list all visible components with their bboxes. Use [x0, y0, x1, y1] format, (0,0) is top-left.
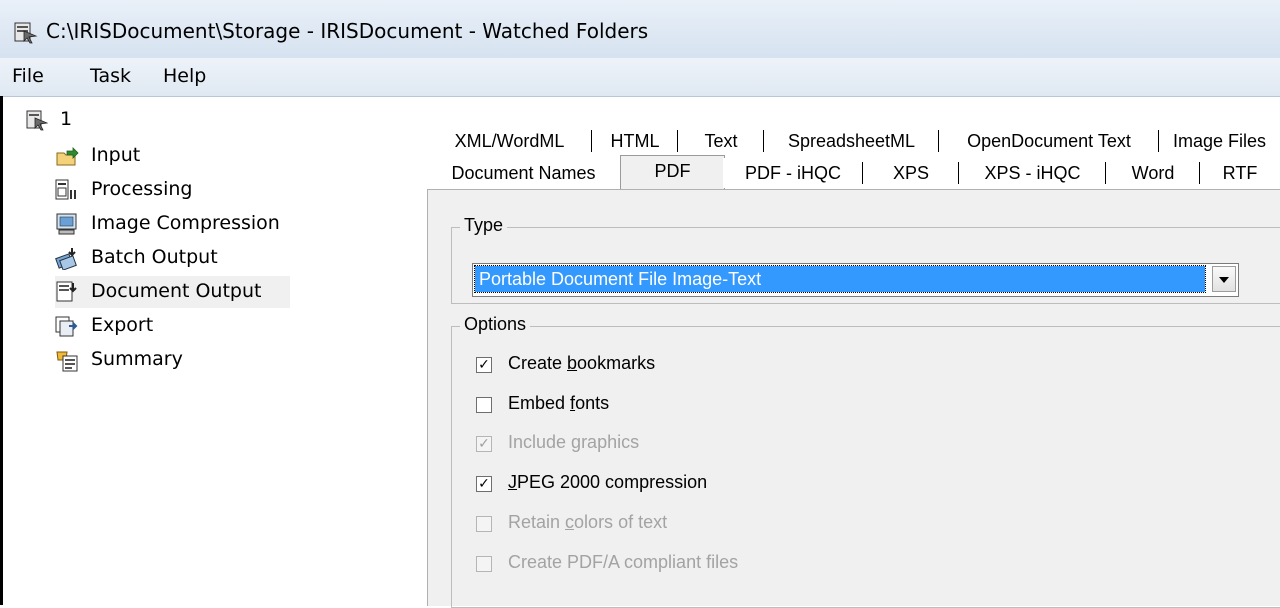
tab-opendocument-text[interactable]: OpenDocument Text: [939, 126, 1159, 156]
type-dropdown-value: Portable Document File Image-Text: [474, 265, 1206, 293]
settings-tree: 1 Input Processing Image Compression Bat…: [3, 97, 400, 605]
checkbox[interactable]: ✓: [476, 357, 492, 373]
document-output-icon: [56, 281, 77, 302]
tab-word[interactable]: Word: [1106, 158, 1200, 188]
type-group: Type Portable Document File Image-Text: [451, 215, 1280, 304]
checkbox: ✓: [476, 436, 492, 452]
tree-item-label: Input: [91, 144, 141, 166]
tab-xml-wordml[interactable]: XML/WordML: [427, 126, 592, 156]
tree-item-label: Export: [91, 314, 154, 336]
tree-item-label: Image Compression: [91, 212, 280, 234]
tab-text[interactable]: Text: [678, 126, 764, 156]
tree-root-label: 1: [60, 108, 73, 130]
summary-icon: [56, 351, 78, 372]
menu-bar: File Task Help: [0, 58, 1280, 97]
tree-item-label: Processing: [91, 178, 193, 200]
type-group-title: Type: [460, 215, 508, 236]
checkbox: [476, 556, 492, 572]
tab-bar: XML/WordML HTML Text SpreadsheetML OpenD…: [427, 126, 1280, 192]
checkbox[interactable]: [476, 397, 492, 413]
tab-html[interactable]: HTML: [592, 126, 678, 156]
batch-output-icon: [55, 248, 77, 270]
chevron-down-icon[interactable]: [1212, 266, 1236, 292]
tab-document-names[interactable]: Document Names: [427, 158, 620, 188]
tab-pdf[interactable]: PDF: [620, 155, 725, 190]
type-dropdown[interactable]: Portable Document File Image-Text: [472, 263, 1239, 297]
tab-xps[interactable]: XPS: [863, 158, 959, 188]
title-bar: C:\IRISDocument\Storage - IRISDocument -…: [0, 0, 1280, 58]
tab-rtf[interactable]: RTF: [1200, 158, 1280, 188]
settings-pane: XML/WordML HTML Text SpreadsheetML OpenD…: [400, 97, 1280, 608]
tree-item-label: Document Output: [91, 280, 262, 302]
app-icon: [14, 22, 38, 44]
checkbox: [476, 516, 492, 532]
folder-root-icon: [26, 110, 48, 131]
tab-spreadsheetml[interactable]: SpreadsheetML: [764, 126, 939, 156]
options-group: Options ✓ Create bookmarks Embed fonts ✓…: [451, 314, 1280, 608]
menu-file[interactable]: File: [12, 65, 44, 87]
processing-icon: [55, 179, 76, 200]
checkbox[interactable]: ✓: [476, 476, 492, 492]
tree-item-document-output[interactable]: Document Output: [55, 276, 290, 308]
tree-item-label: Batch Output: [91, 246, 218, 268]
export-icon: [55, 316, 78, 337]
options-group-title: Options: [460, 314, 531, 335]
tree-item-label: Summary: [91, 348, 183, 370]
pdf-tab-panel: Type Portable Document File Image-Text O…: [427, 189, 1280, 608]
menu-help[interactable]: Help: [163, 65, 206, 87]
input-icon: [56, 147, 79, 166]
image-compression-icon: [56, 213, 77, 235]
window-title: C:\IRISDocument\Storage - IRISDocument -…: [46, 19, 649, 43]
tab-pdf-ihqc[interactable]: PDF - iHQC: [723, 158, 863, 188]
tab-xps-ihqc[interactable]: XPS - iHQC: [959, 158, 1106, 188]
menu-task[interactable]: Task: [90, 65, 131, 87]
tab-image-files[interactable]: Image Files: [1159, 126, 1280, 156]
